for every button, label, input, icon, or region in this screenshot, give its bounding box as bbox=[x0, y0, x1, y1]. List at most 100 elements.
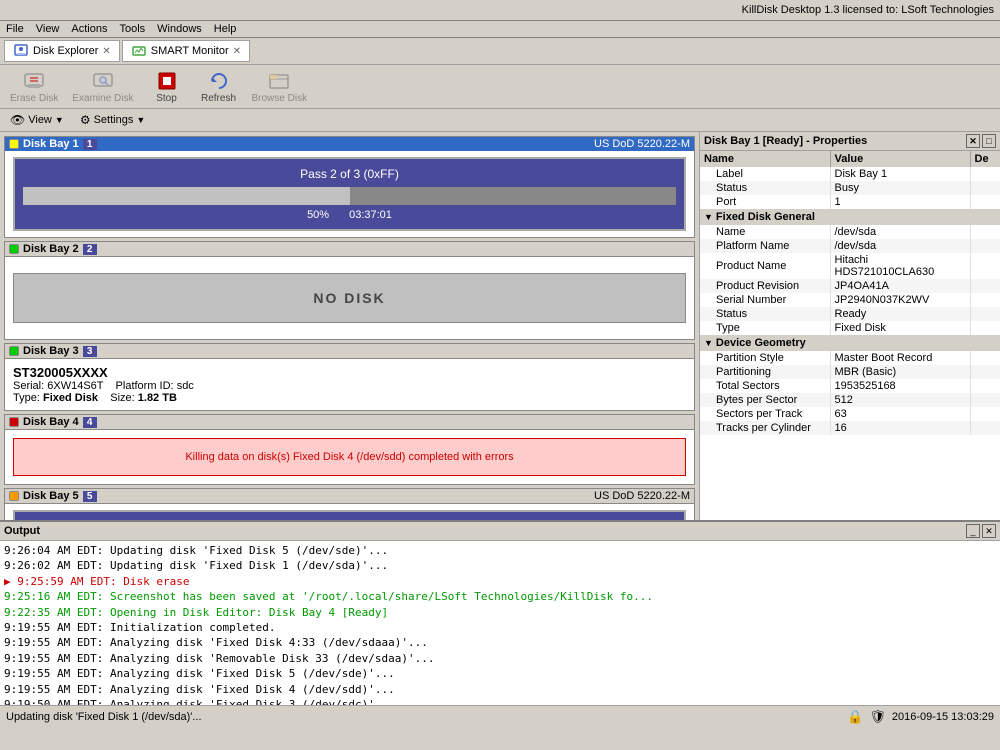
prop-restore-button[interactable]: □ bbox=[982, 134, 996, 148]
bay5-method: US DoD 5220.22-M bbox=[594, 490, 690, 502]
prop-desc bbox=[970, 351, 1000, 365]
prop-desc bbox=[970, 167, 1000, 181]
disk-bay-4[interactable]: Disk Bay 4 4 Killing data on disk(s) Fix… bbox=[4, 414, 695, 485]
prop-table: Name Value De LabelDisk Bay 1StatusBusyP… bbox=[700, 151, 1000, 435]
output-header: Output _ ✕ bbox=[0, 522, 1000, 541]
bay4-error: Killing data on disk(s) Fixed Disk 4 (/d… bbox=[13, 438, 686, 476]
erase-disk-label: Erase Disk bbox=[10, 93, 58, 104]
stop-icon bbox=[155, 69, 179, 93]
tab-disk-explorer[interactable]: Disk Explorer ✕ bbox=[4, 40, 120, 62]
browse-disk-icon bbox=[267, 69, 291, 93]
prop-value: 512 bbox=[830, 393, 970, 407]
prop-value: 63 bbox=[830, 407, 970, 421]
prop-value: MBR (Basic) bbox=[830, 365, 970, 379]
tab-smart-monitor-label: SMART Monitor bbox=[151, 45, 229, 57]
output-title: Output bbox=[4, 525, 40, 537]
disk-bay-1[interactable]: Disk Bay 1 1 US DoD 5220.22-M Pass 2 of … bbox=[4, 136, 695, 238]
prop-col-value: Value bbox=[830, 151, 970, 167]
prop-row: Product NameHitachi HDS721010CLA630 bbox=[700, 253, 1000, 279]
settings-label: Settings bbox=[94, 114, 134, 126]
prop-desc bbox=[970, 181, 1000, 195]
output-line: 9:26:04 AM EDT: Updating disk 'Fixed Dis… bbox=[4, 543, 996, 558]
bay1-pass-info: Pass 2 of 3 (0xFF) bbox=[23, 167, 676, 181]
prop-value: Master Boot Record bbox=[830, 351, 970, 365]
prop-title: Disk Bay 1 [Ready] - Properties bbox=[704, 135, 867, 147]
bay5-indicator bbox=[9, 491, 19, 501]
prop-desc bbox=[970, 407, 1000, 421]
disk-bay-3[interactable]: Disk Bay 3 3 ST320005XXXX Serial: 6XW14S… bbox=[4, 343, 695, 411]
bay2-indicator bbox=[9, 244, 19, 254]
bay4-header: Disk Bay 4 4 bbox=[5, 415, 694, 430]
network-icon: 🔒 bbox=[847, 709, 863, 725]
view-label: View bbox=[28, 114, 52, 126]
bay1-stats: 50% 03:37:01 bbox=[23, 209, 676, 221]
output-minimize-button[interactable]: _ bbox=[966, 524, 980, 538]
prop-name: Product Revision bbox=[700, 279, 830, 293]
prop-value: 16 bbox=[830, 421, 970, 435]
bay1-progress-bar-inner bbox=[23, 187, 350, 205]
bay1-progress-bar-outer bbox=[23, 187, 676, 205]
bay5-number-badge: 5 bbox=[83, 491, 97, 502]
output-line: 9:19:55 AM EDT: Initialization completed… bbox=[4, 620, 996, 635]
prop-row: StatusReady bbox=[700, 307, 1000, 321]
bay1-number-badge: 1 bbox=[83, 139, 97, 150]
bay4-indicator bbox=[9, 417, 19, 427]
bay1-indicator bbox=[9, 139, 19, 149]
menu-windows[interactable]: Windows bbox=[151, 21, 208, 37]
bay3-model: ST320005XXXX bbox=[13, 365, 686, 380]
browse-disk-button[interactable]: Browse Disk bbox=[246, 67, 314, 106]
erase-disk-button[interactable]: Erase Disk bbox=[4, 67, 64, 106]
output-line: 9:26:02 AM EDT: Updating disk 'Fixed Dis… bbox=[4, 558, 996, 573]
prop-row: Serial NumberJP2940N037K2WV bbox=[700, 293, 1000, 307]
bay3-type-size: Type: Fixed Disk Size: 1.82 TB bbox=[13, 392, 686, 404]
prop-close-button[interactable]: ✕ bbox=[966, 134, 980, 148]
stop-button[interactable]: Stop bbox=[142, 67, 192, 106]
prop-row: Bytes per Sector512 bbox=[700, 393, 1000, 407]
prop-row: Port1 bbox=[700, 195, 1000, 209]
browse-disk-label: Browse Disk bbox=[252, 93, 308, 104]
bay1-body: Pass 2 of 3 (0xFF) 50% 03:37:01 bbox=[5, 151, 694, 237]
prop-value: Busy bbox=[830, 181, 970, 195]
prop-row: StatusBusy bbox=[700, 181, 1000, 195]
status-left-text: Updating disk 'Fixed Disk 1 (/dev/sda)'.… bbox=[6, 711, 202, 723]
menu-actions[interactable]: Actions bbox=[65, 21, 113, 37]
disk-bay-2[interactable]: Disk Bay 2 2 NO DISK bbox=[4, 241, 695, 340]
menu-view[interactable]: View bbox=[30, 21, 66, 37]
prop-value: 1953525168 bbox=[830, 379, 970, 393]
erase-disk-icon bbox=[22, 69, 46, 93]
bay3-type-label: Type: bbox=[13, 392, 40, 404]
bay3-type: Fixed Disk bbox=[43, 392, 98, 404]
prop-value: Disk Bay 1 bbox=[830, 167, 970, 181]
tab-smart-monitor[interactable]: SMART Monitor ✕ bbox=[122, 40, 250, 62]
menu-help[interactable]: Help bbox=[208, 21, 243, 37]
prop-desc bbox=[970, 321, 1000, 335]
settings-button[interactable]: ⚙ Settings ▼ bbox=[76, 111, 149, 129]
prop-name: Type bbox=[700, 321, 830, 335]
prop-value: /dev/sda bbox=[830, 239, 970, 253]
output-close-button[interactable]: ✕ bbox=[982, 524, 996, 538]
title-bar-text: KillDisk Desktop 1.3 licensed to: LSoft … bbox=[0, 2, 1000, 18]
tab-smart-monitor-close[interactable]: ✕ bbox=[233, 46, 241, 57]
prop-name: Label bbox=[700, 167, 830, 181]
refresh-button[interactable]: Refresh bbox=[194, 67, 244, 106]
bay5-erase-display: Pass 1 of 3 (0x00) 79% 13:21:21 bbox=[13, 510, 686, 520]
disk-bay-5[interactable]: Disk Bay 5 5 US DoD 5220.22-M Pass 1 of … bbox=[4, 488, 695, 520]
bay1-percent: 50% bbox=[307, 209, 329, 221]
examine-disk-button[interactable]: Examine Disk bbox=[66, 67, 139, 106]
bay3-indicator bbox=[9, 346, 19, 356]
bay2-number-badge: 2 bbox=[83, 244, 97, 255]
tab-disk-explorer-close[interactable]: ✕ bbox=[102, 46, 110, 57]
menu-file[interactable]: File bbox=[0, 21, 30, 37]
view-settings-bar: 👁 View ▼ ⚙ Settings ▼ bbox=[0, 109, 1000, 132]
bay3-header: Disk Bay 3 3 bbox=[5, 344, 694, 359]
menu-tools[interactable]: Tools bbox=[113, 21, 151, 37]
security-icon: 🛡 bbox=[869, 709, 886, 725]
status-bar: Updating disk 'Fixed Disk 1 (/dev/sda)'.… bbox=[0, 705, 1000, 727]
settings-dropdown-icon: ▼ bbox=[136, 115, 145, 125]
view-button[interactable]: 👁 View ▼ bbox=[6, 111, 68, 129]
prop-name: Product Name bbox=[700, 253, 830, 279]
examine-disk-icon bbox=[91, 69, 115, 93]
bay1-method: US DoD 5220.22-M bbox=[594, 138, 690, 150]
output-content[interactable]: 9:26:04 AM EDT: Updating disk 'Fixed Dis… bbox=[0, 541, 1000, 705]
output-panel: Output _ ✕ 9:26:04 AM EDT: Updating disk… bbox=[0, 520, 1000, 705]
